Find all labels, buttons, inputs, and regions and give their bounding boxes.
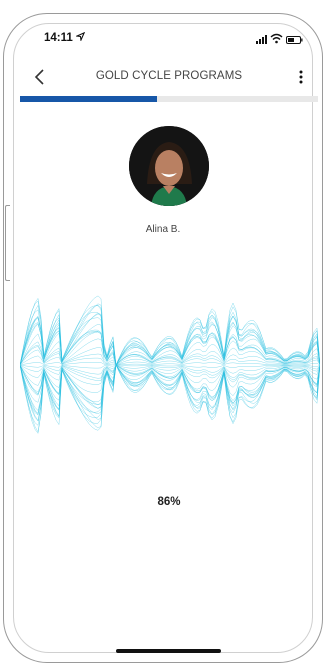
location-arrow-icon — [74, 31, 86, 44]
more-options-button[interactable] — [298, 69, 304, 85]
status-time: 14:11 — [44, 32, 73, 44]
program-progress-bar — [20, 96, 318, 102]
audio-waveform — [20, 295, 320, 434]
program-progress-fill — [20, 96, 158, 102]
nav-bar: GOLD CYCLE PROGRAMS — [20, 62, 318, 92]
wifi-icon — [270, 33, 283, 44]
waveform-strand — [20, 303, 320, 366]
battery-icon — [286, 36, 303, 44]
coach-name: Alina B. — [145, 224, 181, 235]
signal-icon — [256, 35, 267, 44]
home-indicator[interactable] — [116, 649, 221, 653]
device-side-button — [5, 205, 10, 281]
page-title: GOLD CYCLE PROGRAMS — [95, 70, 243, 82]
audio-percent-label: 86% — [157, 496, 181, 508]
more-vertical-icon — [299, 70, 303, 84]
waveform-strand — [20, 317, 320, 366]
waveform-strand — [20, 364, 320, 403]
status-bar: 14:11 — [0, 28, 326, 52]
coach-avatar — [129, 126, 209, 206]
